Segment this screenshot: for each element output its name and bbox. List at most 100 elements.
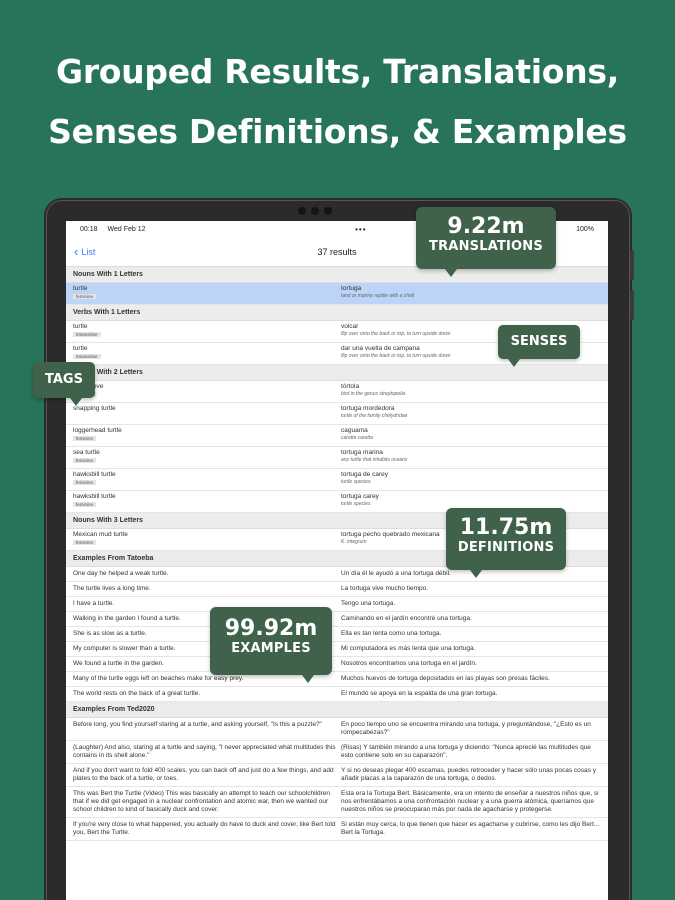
term-text: turtle (73, 285, 88, 292)
example-row[interactable]: I have a turtle. Tengo una tortuga. (66, 597, 608, 612)
example-english: One day he helped a weak turtle. (73, 570, 169, 577)
result-row[interactable]: loggerhead turtle feminine caguama caretta … (66, 425, 608, 447)
translation-text: tortuga mordedora (341, 405, 395, 412)
translation-text: tórtola (341, 383, 360, 390)
translations-count: 9.22m (447, 214, 525, 239)
grammar-tag: feminine (73, 540, 97, 545)
sense-definition: turtle species (341, 501, 371, 507)
example-english: And if you don't want to fold 400 scales… (73, 767, 334, 782)
sense-definition: caretta caretta (341, 435, 373, 441)
example-spanish: (Risas) Y también mirando a una tortuga … (341, 744, 591, 759)
grammar-tag: intransitive (73, 332, 101, 337)
example-spanish: Si están muy cerca, lo que tienen que ha… (341, 821, 600, 836)
example-row[interactable]: The turtle lives a long time. La tortuga … (66, 582, 608, 597)
translation-text: tortuga (341, 285, 362, 292)
callout-tail (302, 675, 314, 683)
example-spanish: Y si no deseas plegar 400 escamas, puede… (341, 767, 596, 782)
term-cell: snapping turtle (73, 405, 337, 422)
side-button (630, 290, 634, 320)
sense-definition: land or marine reptile with a shell (341, 293, 415, 299)
definitions-callout: 11.75m DEFINITIONS (446, 508, 566, 570)
translation-cell: tortuga mordedora turtle of the family ch… (337, 405, 601, 422)
term-text: turtle (73, 323, 88, 330)
translation-text: tortuga carey (341, 493, 379, 500)
example-row[interactable]: If you're very close to what happened, y… (66, 818, 608, 841)
examples-callout: 99.92m EXAMPLES (210, 607, 332, 675)
term-text: hawksbill turtle (73, 493, 116, 500)
callout-tail (508, 359, 520, 367)
term-cell: turtle intransitive (73, 323, 337, 340)
example-row[interactable]: And if you don't want to fold 400 scales… (66, 764, 608, 787)
term-text: loggerhead turtle (73, 427, 122, 434)
translations-label: TRANSLATIONS (429, 239, 543, 254)
section-header: Nouns With 2 Letters (66, 365, 608, 381)
examples-label: EXAMPLES (231, 641, 311, 656)
example-row[interactable]: Walking in the garden I found a turtle. C… (66, 612, 608, 627)
example-row[interactable]: My computer is slower than a turtle. Mi c… (66, 642, 608, 657)
camera-dots (298, 207, 332, 215)
grammar-tag: feminine (73, 458, 97, 463)
battery-level: 100% (576, 225, 594, 233)
example-row[interactable]: The world rests on the back of a great t… (66, 687, 608, 702)
translation-text: caguama (341, 427, 368, 434)
example-row[interactable]: Before long, you find yourself staring a… (66, 718, 608, 741)
example-row[interactable]: We found a turtle in the garden. Nosotros… (66, 657, 608, 672)
term-text: hawksbill turtle (73, 471, 116, 478)
example-english: If you're very close to what happened, y… (73, 821, 336, 836)
term-cell: turtle intransitive (73, 345, 337, 362)
result-row[interactable]: turtle dovefemininetórtolabird in the ge… (66, 381, 608, 403)
term-cell: sea turtle feminine (73, 449, 337, 466)
section-header: Examples From Ted2020 (66, 702, 608, 718)
example-spanish: El mundo se apoya en la espalda de una g… (341, 690, 498, 697)
example-english: (Laughter) And also, staring at a turtle… (73, 744, 336, 759)
example-english: This was Bert the Turtle (Video) This wa… (73, 790, 330, 813)
headline: Grouped Results, Translations, Senses De… (0, 42, 675, 162)
sense-definition: bird in the genus streptopelia (341, 391, 406, 397)
result-row[interactable]: snapping turtle tortuga mordedora turtle o… (66, 403, 608, 425)
callout-tail (70, 398, 82, 406)
example-row[interactable]: Many of the turtle eggs left on beaches … (66, 672, 608, 687)
multitask-dots-icon: ••• (355, 224, 367, 234)
definitions-count: 11.75m (459, 515, 553, 540)
result-row[interactable]: turtle feminine tortuga land or marine rept… (66, 283, 608, 305)
term-cell: turtle feminine (73, 285, 337, 302)
translation-cell: tortuga land or marine reptile with a she… (337, 285, 601, 302)
result-row[interactable]: hawksbill turtle feminine tortuga de carey… (66, 469, 608, 491)
translation-cell: tórtola bird in the genus streptopelia (337, 383, 601, 400)
status-time: 00:18 (80, 225, 98, 233)
senses-callout: SENSES (498, 325, 580, 359)
grammar-tag: feminine (73, 480, 97, 485)
example-row[interactable]: She is as slow as a turtle. Ella es tan l… (66, 627, 608, 642)
example-spanish: Caminando en el jardín encontré una tort… (341, 615, 472, 622)
example-spanish: Ella es tan lenta como una tortuga. (341, 630, 442, 637)
term-text: turtle dove (73, 383, 104, 390)
tatoeba-examples: Examples From Tatoeba One day he helped a… (66, 551, 608, 702)
result-row[interactable]: sea turtle feminine tortuga marina any turt… (66, 447, 608, 469)
tags-callout: TAGS (33, 362, 95, 398)
grammar-tag: intransitive (73, 354, 101, 359)
example-row[interactable]: This was Bert the Turtle (Video) This wa… (66, 787, 608, 818)
section-header: Verbs With 1 Letters (66, 305, 608, 321)
translation-cell: tortuga de carey turtle species (337, 471, 601, 488)
examples-count: 99.92m (224, 616, 318, 641)
term-cell: hawksbill turtle feminine (73, 493, 337, 510)
term-text: snapping turtle (73, 405, 116, 412)
ted-examples: Examples From Ted2020 Before long, you fi… (66, 702, 608, 841)
status-date: Wed Feb 12 (107, 225, 146, 233)
callout-tail (470, 570, 482, 578)
term-cell: hawksbill turtle feminine (73, 471, 337, 488)
example-spanish: Muchos huevos de tortuga depositados en … (341, 675, 550, 682)
example-spanish: Nosotros encontramos una tortuga en el j… (341, 660, 477, 667)
example-english: Before long, you find yourself staring a… (73, 721, 322, 728)
example-spanish: La tortuga vive mucho tiempo. (341, 585, 429, 592)
headline-line-2: Senses Definitions, & Examples (48, 112, 627, 151)
example-english: The turtle lives a long time. (73, 585, 151, 592)
term-text: Mexican mud turtle (73, 531, 128, 538)
example-row[interactable]: (Laughter) And also, staring at a turtle… (66, 741, 608, 764)
section-header: Nouns With 1 Letters (66, 267, 608, 283)
translation-text: tortuga de carey (341, 471, 388, 478)
term-cell: Mexican mud turtle feminine (73, 531, 337, 548)
example-spanish: Esta era la Tortuga Bert. Básicamente, e… (341, 790, 599, 813)
example-english: Many of the turtle eggs left on beaches … (73, 675, 244, 682)
example-spanish: En poco tiempo uno se encuentra mirando … (341, 721, 591, 736)
